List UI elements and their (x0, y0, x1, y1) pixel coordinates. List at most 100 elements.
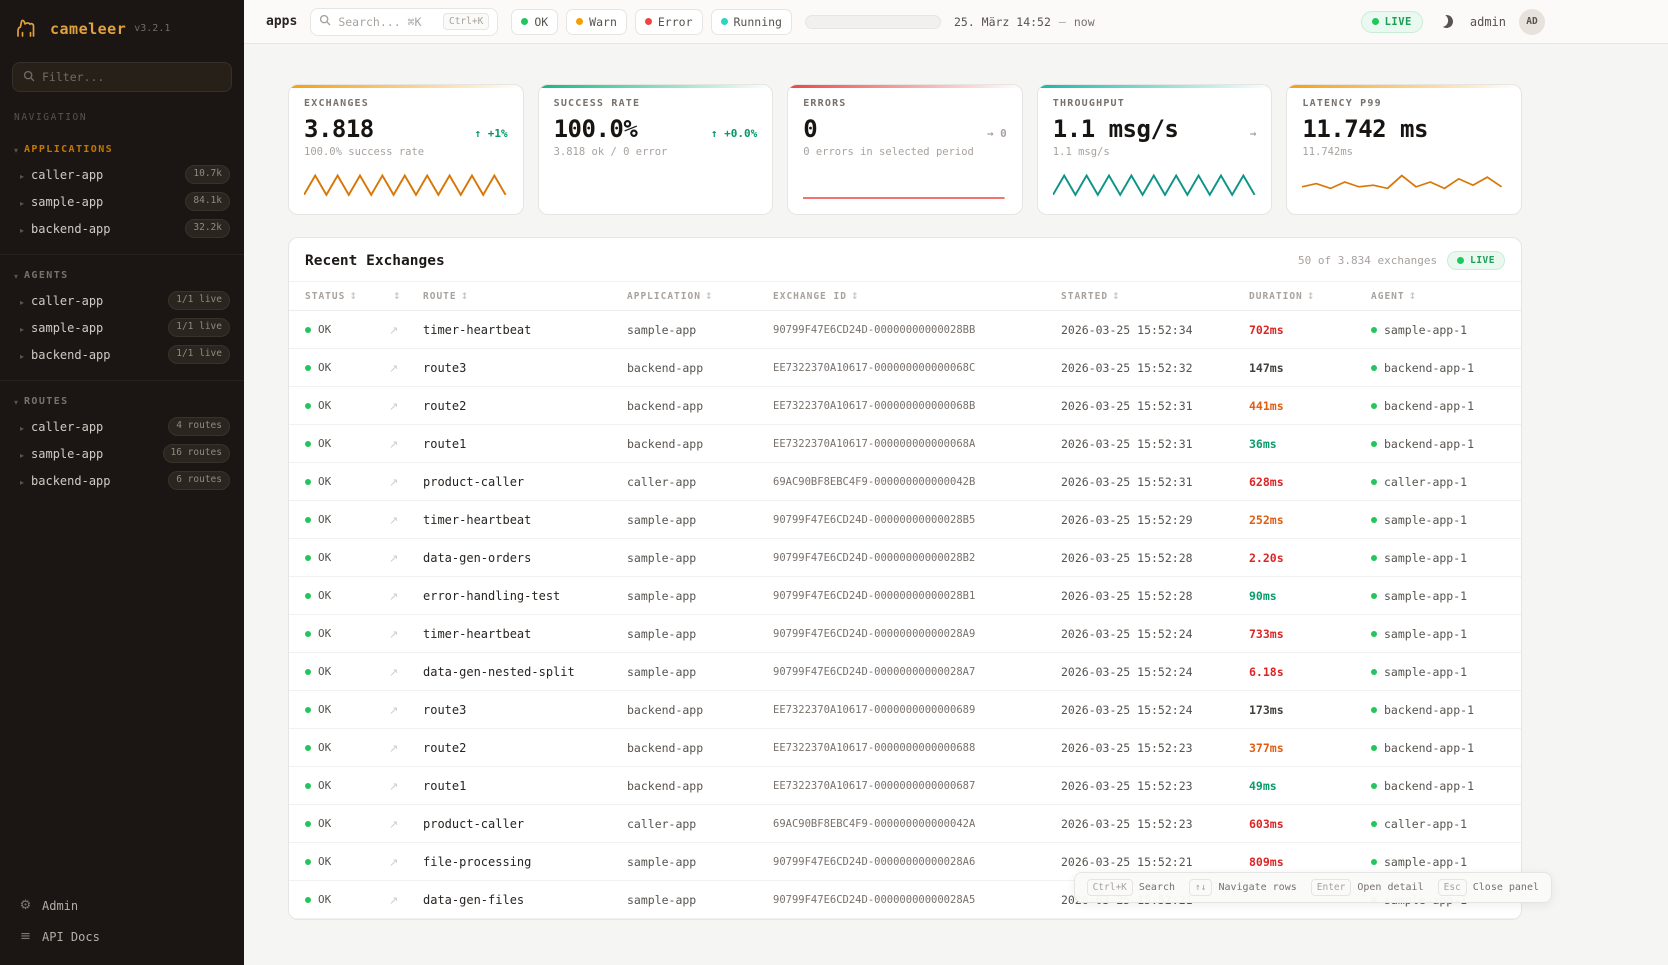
sidebar-item[interactable]: sample-app 1/1 live (0, 314, 244, 341)
stat-card[interactable]: THROUGHPUT 1.1 msg/s → 1.1 msg/s (1037, 84, 1273, 215)
stat-card[interactable]: ERRORS 0 → 0 0 errors in selected period (787, 84, 1023, 215)
table-row[interactable]: OK product-caller caller-app 69AC90BF8EB… (289, 805, 1521, 843)
agent-cell: backend-app-1 (1371, 741, 1505, 755)
time-range-label[interactable]: 25. März 14:52 — now (954, 15, 1095, 29)
sidebar-item[interactable]: sample-app 84.1k (0, 188, 244, 215)
context-label[interactable]: apps (266, 14, 297, 29)
table-row[interactable]: OK timer-heartbeat sample-app 90799F47E6… (289, 311, 1521, 349)
status-filter-chip[interactable]: Warn (566, 9, 627, 35)
agent-cell: sample-app-1 (1371, 513, 1505, 527)
open-detail-cell[interactable] (389, 893, 423, 907)
sidebar-item[interactable]: backend-app 1/1 live (0, 341, 244, 368)
table-row[interactable]: OK route1 backend-app EE7322370A10617-00… (289, 767, 1521, 805)
open-detail-cell[interactable] (389, 323, 423, 337)
column-header[interactable]: APPLICATION (627, 291, 773, 302)
camel-logo-icon (14, 15, 42, 42)
chevron-right-icon (20, 321, 24, 335)
open-detail-icon (389, 475, 398, 489)
stat-card[interactable]: LATENCY P99 11.742 ms 11.742ms (1286, 84, 1522, 215)
avatar[interactable]: AD (1519, 9, 1545, 35)
table-row[interactable]: OK data-gen-nested-split sample-app 9079… (289, 653, 1521, 691)
time-range-button[interactable] (896, 18, 916, 26)
sidebar-item[interactable]: sample-app 16 routes (0, 440, 244, 467)
search-shortcut-hint: Ctrl+K (443, 13, 489, 30)
card-accent-bar (1038, 85, 1272, 88)
table-row[interactable]: OK route3 backend-app EE7322370A10617-00… (289, 691, 1521, 729)
open-detail-cell[interactable] (389, 741, 423, 755)
table-row[interactable]: OK timer-heartbeat sample-app 90799F47E6… (289, 501, 1521, 539)
open-detail-cell[interactable] (389, 551, 423, 565)
sidebar-section: APPLICATIONS caller-app 10.7k sample-app… (0, 129, 244, 248)
column-header[interactable]: ROUTE (423, 291, 627, 302)
open-detail-cell[interactable] (389, 475, 423, 489)
time-range-button[interactable] (918, 18, 938, 26)
open-detail-cell[interactable] (389, 589, 423, 603)
column-header[interactable] (389, 291, 423, 302)
open-detail-cell[interactable] (389, 513, 423, 527)
sidebar-item[interactable]: backend-app 6 routes (0, 467, 244, 494)
status-filter-chip[interactable]: Error (635, 9, 703, 35)
app-logo[interactable]: cameleer v3.2.1 (0, 0, 244, 52)
sort-icon (1307, 291, 1316, 302)
global-search[interactable]: Ctrl+K (310, 8, 498, 36)
sidebar-section-header[interactable]: AGENTS (0, 263, 244, 287)
sidebar-item[interactable]: caller-app 1/1 live (0, 287, 244, 314)
live-indicator[interactable]: LIVE (1361, 11, 1423, 33)
route-cell: route1 (423, 779, 627, 793)
table-row[interactable]: OK route2 backend-app EE7322370A10617-00… (289, 729, 1521, 767)
table-row[interactable]: OK data-gen-orders sample-app 90799F47E6… (289, 539, 1521, 577)
exchange-id-cell: EE7322370A10617-0000000000000689 (773, 704, 1061, 716)
time-range-button[interactable] (874, 18, 894, 26)
global-search-input[interactable] (338, 15, 436, 29)
status-filter-chip[interactable]: Running (711, 9, 792, 35)
table-row[interactable]: OK route3 backend-app EE7322370A10617-00… (289, 349, 1521, 387)
started-cell: 2026-03-25 15:52:31 (1061, 475, 1249, 489)
sidebar-item[interactable]: caller-app 10.7k (0, 161, 244, 188)
open-detail-cell[interactable] (389, 817, 423, 831)
open-detail-cell[interactable] (389, 855, 423, 869)
time-range-button[interactable] (808, 18, 828, 26)
status-cell: OK (305, 665, 389, 678)
open-detail-cell[interactable] (389, 703, 423, 717)
table-row[interactable]: OK error-handling-test sample-app 90799F… (289, 577, 1521, 615)
sidebar-footer: ⚙ Admin ≡ API Docs (0, 881, 244, 965)
column-header[interactable]: EXCHANGE ID (773, 291, 1061, 302)
sidebar-filter-input[interactable] (42, 70, 221, 84)
column-header[interactable]: AGENT (1371, 291, 1505, 302)
theme-toggle-button[interactable] (1436, 11, 1457, 32)
agent-cell: sample-app-1 (1371, 665, 1505, 679)
status-filter-chip[interactable]: OK (511, 9, 558, 35)
time-range-button[interactable] (830, 18, 850, 26)
time-range-button[interactable] (852, 18, 872, 26)
column-header[interactable]: STARTED (1061, 291, 1249, 302)
open-detail-cell[interactable] (389, 627, 423, 641)
chevron-right-icon (20, 447, 24, 461)
table-row[interactable]: OK route2 backend-app EE7322370A10617-00… (289, 387, 1521, 425)
open-detail-cell[interactable] (389, 437, 423, 451)
sidebar-section-header[interactable]: ROUTES (0, 389, 244, 413)
open-detail-cell[interactable] (389, 399, 423, 413)
column-header-label: AGENT (1371, 291, 1405, 302)
route-cell: timer-heartbeat (423, 323, 627, 337)
route-cell: route3 (423, 361, 627, 375)
open-detail-cell[interactable] (389, 361, 423, 375)
column-header-label: APPLICATION (627, 291, 701, 302)
application-cell: sample-app (627, 627, 773, 641)
table-row[interactable]: OK timer-heartbeat sample-app 90799F47E6… (289, 615, 1521, 653)
table-row[interactable]: OK product-caller caller-app 69AC90BF8EB… (289, 463, 1521, 501)
column-header[interactable]: STATUS (305, 291, 389, 302)
sidebar-item[interactable]: backend-app 32.2k (0, 215, 244, 242)
sidebar-section-header[interactable]: APPLICATIONS (0, 137, 244, 161)
sidebar-item-badge: 16 routes (163, 444, 230, 462)
sidebar-item[interactable]: caller-app 4 routes (0, 413, 244, 440)
sidebar-footer-item[interactable]: ⚙ Admin (14, 891, 230, 920)
table-row[interactable]: OK route1 backend-app EE7322370A10617-00… (289, 425, 1521, 463)
open-detail-cell[interactable] (389, 779, 423, 793)
stat-card[interactable]: EXCHANGES 3.818 ↑ +1% 100.0% success rat… (288, 84, 524, 215)
table-live-badge[interactable]: LIVE (1447, 251, 1505, 270)
open-detail-cell[interactable] (389, 665, 423, 679)
sparkline (304, 170, 508, 202)
column-header[interactable]: DURATION (1249, 291, 1371, 302)
sidebar-footer-item[interactable]: ≡ API Docs (14, 922, 230, 951)
stat-card[interactable]: SUCCESS RATE 100.0% ↑ +0.0% 3.818 ok / 0… (538, 84, 774, 215)
